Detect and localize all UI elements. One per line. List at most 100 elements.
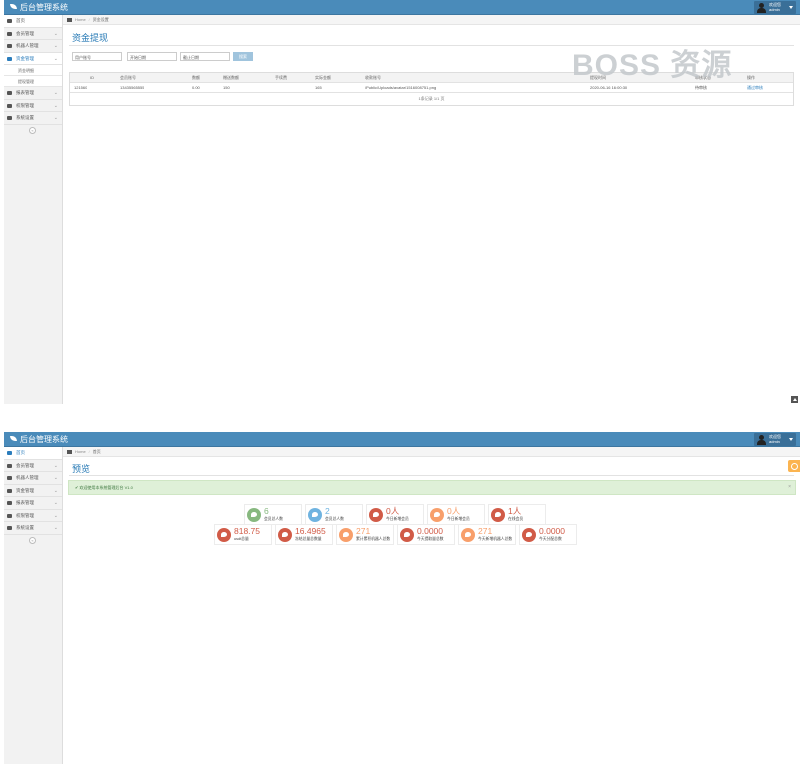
home-icon: [67, 17, 72, 22]
chevron-down-icon: ⌄: [53, 500, 58, 506]
col-header[interactable]: 实际金额: [315, 73, 331, 83]
stat-card: 16.4965 冻结总量总数量: [275, 524, 333, 545]
cell-bonus: 150: [223, 85, 230, 90]
stat-label: 今天新增机器人总数: [478, 537, 513, 541]
start-date-input[interactable]: 开始日期: [127, 52, 177, 61]
comment-icon: [491, 508, 505, 522]
sidebar-collapse-button[interactable]: «: [4, 535, 62, 546]
end-date-input[interactable]: 截止日期: [180, 52, 230, 61]
sidebar-item-label: 机器人管理: [16, 475, 39, 480]
approve-link[interactable]: 通过审核: [747, 83, 763, 93]
stat-value: 16.4965: [295, 526, 326, 536]
title-divider: [69, 475, 794, 476]
tachometer-icon: [7, 19, 12, 23]
stat-label: 今日新增会员: [386, 517, 409, 521]
title-divider: [69, 45, 794, 46]
home-icon: [67, 449, 72, 454]
stat-value: 2: [325, 506, 330, 516]
user-menu[interactable]: 欢迎您 admin: [754, 433, 796, 446]
chevron-down-icon: ⌄: [53, 525, 58, 531]
sidebar-collapse-button[interactable]: «: [4, 125, 62, 136]
stat-card: 0人 今日新增会员: [427, 504, 485, 525]
stat-value: 1人: [508, 506, 522, 516]
stat-card: 2 会员总人数: [305, 504, 363, 525]
stat-label: 今日新增会员: [447, 517, 470, 521]
sidebar-item-funds[interactable]: 资金管理 ⌄: [4, 52, 62, 65]
sidebar-item-reports[interactable]: 报表管理 ⌄: [4, 497, 62, 510]
sidebar-item-home[interactable]: 首页: [4, 15, 62, 28]
chevron-down-icon: ⌄: [53, 102, 58, 109]
scroll-top-button[interactable]: [791, 396, 798, 403]
sidebar-item-settings[interactable]: 系统设置 ⌄: [4, 112, 62, 125]
chevron-down-icon: ⌄: [53, 462, 58, 469]
star-icon: [7, 476, 12, 480]
stat-card: 0人 今日新增会员: [366, 504, 424, 525]
stat-value: 0.0000: [417, 526, 443, 536]
alert-text: 欢迎使用本系统管理后台 V1.0: [79, 485, 133, 490]
stat-card: 6 会员总人数: [244, 504, 302, 525]
close-icon[interactable]: ×: [788, 481, 791, 494]
table-row: 121560 13435565555 0.00 150 165 /Public/…: [70, 83, 793, 93]
stat-value: 0.0000: [539, 526, 565, 536]
breadcrumb-home[interactable]: Home: [75, 17, 86, 22]
sidebar-item-robots[interactable]: 机器人管理 ⌄: [4, 472, 62, 485]
breadcrumb-home[interactable]: Home: [75, 449, 86, 454]
breadcrumb: Home / 资金设置: [63, 15, 800, 25]
sidebar-item-label: 机器人管理: [16, 43, 39, 48]
sidebar-item-home[interactable]: 首页: [4, 447, 62, 460]
stat-value: 818.75: [234, 526, 260, 536]
calendar-icon: [7, 56, 12, 61]
sidebar-subitem-withdrawals[interactable]: 提现管理: [4, 76, 62, 87]
double-angle-left-icon: «: [29, 536, 36, 544]
sidebar-item-settings[interactable]: 系统设置 ⌄: [4, 522, 62, 535]
cell-id: 121560: [74, 85, 88, 90]
cell-account: 13435565555: [120, 85, 145, 90]
sidebar-item-robots[interactable]: 机器人管理 ⌄: [4, 40, 62, 53]
stat-label: 今天提取量总数: [417, 537, 444, 541]
sidebar-item-label: 首页: [16, 18, 25, 23]
page-title: 资金提现: [72, 33, 109, 43]
chevron-down-icon: ⌄: [53, 90, 58, 96]
top-navbar: 后台管理系统 欢迎您 admin: [4, 0, 800, 15]
gear-icon[interactable]: [788, 460, 800, 472]
comment-icon: [400, 528, 414, 542]
page-title: 预览: [72, 464, 91, 474]
col-header[interactable]: 会员账号: [120, 73, 136, 83]
sidebar-item-permissions[interactable]: 权限管理 ⌄: [4, 510, 62, 522]
chevron-down-icon: ⌄: [53, 55, 58, 62]
sidebar-item-label: 会员管理: [16, 462, 34, 468]
stat-card: 0.0000 今天提取量总数: [397, 524, 455, 545]
chevron-down-icon: ⌄: [53, 30, 58, 37]
sidebar-item-label: 报表管理: [16, 500, 34, 505]
sidebar-item-label: 资金管理: [16, 487, 34, 493]
sidebar-item-permissions[interactable]: 权限管理 ⌄: [4, 100, 62, 112]
col-header[interactable]: 数额: [192, 73, 200, 83]
sidebar-item-members[interactable]: 会员管理 ⌄: [4, 28, 62, 40]
sidebar-item-label: 权限管理: [16, 102, 34, 108]
sidebar-item-funds[interactable]: 资金管理 ⌄: [4, 485, 62, 497]
watermark-text: BOSS 资源: [572, 49, 733, 82]
col-header[interactable]: 赠送数额: [223, 73, 239, 83]
sidebar-subitem-fund-details[interactable]: 资金明细: [4, 65, 62, 76]
comment-icon: [522, 528, 536, 542]
sidebar-item-reports[interactable]: 报表管理 ⌄: [4, 87, 62, 100]
leaf-icon: [10, 436, 17, 441]
account-input[interactable]: 用户账号: [72, 52, 122, 61]
app-brand[interactable]: 后台管理系统: [10, 434, 68, 445]
stat-label: 冻结总量总数量: [295, 537, 322, 541]
file-icon: [7, 103, 12, 108]
col-header[interactable]: 收款账号: [365, 73, 381, 83]
sidebar-item-members[interactable]: 会员管理 ⌄: [4, 460, 62, 472]
user-menu[interactable]: 欢迎您 admin: [754, 1, 796, 14]
sidebar: 首页 会员管理 ⌄ 机器人管理 ⌄ 资金管理 ⌄ 报表管理 ⌄ 权限管理 ⌄ 系统设置 ⌄ …: [4, 447, 63, 764]
app-brand[interactable]: 后台管理系统: [10, 2, 68, 13]
welcome-alert: ✔ 欢迎使用本系统管理后台 V1.0 ×: [68, 480, 796, 495]
col-header[interactable]: 手续费: [275, 73, 287, 83]
stat-label: 今天分配总数: [539, 537, 562, 541]
comment-icon: [430, 508, 444, 522]
avatar: [756, 2, 766, 13]
breadcrumb-current: 首页: [92, 449, 101, 454]
search-button[interactable]: 搜索: [233, 52, 253, 61]
col-header[interactable]: ID: [90, 73, 94, 83]
stat-value: 0人: [447, 506, 461, 516]
